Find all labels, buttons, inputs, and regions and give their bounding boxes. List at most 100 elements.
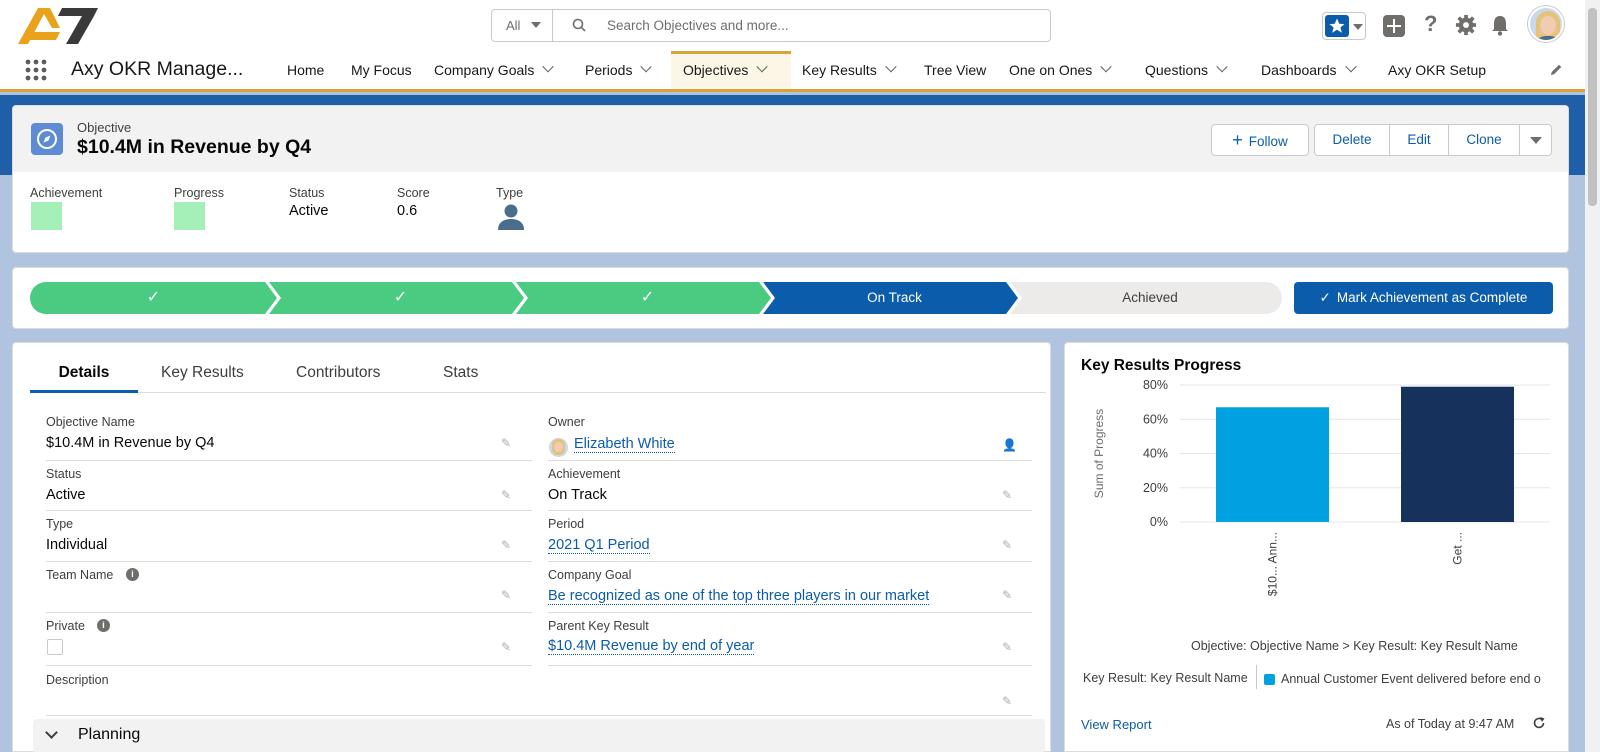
chevron-down-icon[interactable] [1100,61,1112,73]
chevron-down-icon[interactable] [885,61,897,73]
favorites-star-icon[interactable] [1322,12,1366,40]
divider [46,612,532,613]
nav-item-objectives[interactable]: Objectives [671,51,791,89]
more-actions-button[interactable] [1519,124,1552,156]
y-tick-label: 80% [1143,378,1168,392]
edit-type-pencil-icon[interactable]: ✎ [501,539,513,551]
tab-contributors[interactable]: Contributors [296,355,380,391]
y-tick-label: 40% [1143,447,1168,461]
private-checkbox[interactable] [47,639,63,655]
record-actions: + Follow Delete Edit Clone [1211,124,1552,156]
search-input[interactable]: Search Objectives and more... [607,10,789,41]
edit-description-pencil-icon[interactable]: ✎ [1002,695,1014,707]
field-owner-value[interactable]: Elizabeth White [574,436,675,453]
chevron-down-icon[interactable] [756,61,769,73]
change-owner-icon[interactable]: 👤 [1002,439,1017,451]
global-search[interactable]: All Search Objectives and more... [491,9,1051,42]
mark-achievement-complete-button[interactable]: ✓ Mark Achievement as Complete [1294,282,1553,314]
tab-details[interactable]: Details [30,355,138,393]
nav-item-one-on-ones[interactable]: One on Ones [1009,52,1112,89]
edit-button[interactable]: Edit [1389,124,1449,156]
chevron-down-icon[interactable] [542,61,555,73]
tab-stats[interactable]: Stats [443,355,478,391]
nav-item-company-goals[interactable]: Company Goals [434,52,555,89]
search-scope-dropdown[interactable]: All [492,10,553,41]
notifications-bell-icon[interactable] [1490,14,1510,39]
scrollbar-thumb[interactable] [1588,8,1597,206]
user-avatar[interactable] [1528,6,1564,42]
clone-button[interactable]: Clone [1448,124,1520,156]
chart-bar [1216,407,1329,522]
refresh-timestamp: As of Today at 9:47 AM [1386,717,1515,731]
edit-team-name-pencil-icon[interactable]: ✎ [501,589,513,601]
field-company-goal-value[interactable]: Be recognized as one of the top three pl… [548,588,930,605]
planning-section-header[interactable]: Planning [33,719,1045,752]
add-icon[interactable] [1383,15,1405,37]
page-scrollbar[interactable] [1585,0,1600,752]
edit-achievement-pencil-icon[interactable]: ✎ [1002,489,1014,501]
edit-parent-key-result-pencil-icon[interactable]: ✎ [1002,641,1014,653]
edit-status-pencil-icon[interactable]: ✎ [501,489,513,501]
setup-gear-icon[interactable] [1455,14,1477,39]
highlight-achievement-label: Achievement [30,186,103,200]
edit-period-pencil-icon[interactable]: ✎ [1002,539,1014,551]
nav-item-questions[interactable]: Questions [1145,52,1228,89]
tab-key-results[interactable]: Key Results [161,355,244,391]
divider [548,561,1032,562]
chevron-down-icon[interactable] [1344,61,1357,73]
path-step-2[interactable]: ✓ [277,282,524,314]
view-report-link[interactable]: View Report [1081,717,1152,732]
field-objective-name-value: $10.4M in Revenue by Q4 [46,435,215,451]
nav-item-my-focus[interactable]: My Focus [351,52,412,89]
help-icon[interactable]: ? [1424,11,1437,37]
record-title: $10.4M in Revenue by Q4 [77,136,312,158]
refresh-icon[interactable] [1532,716,1546,733]
highlight-status-label: Status [289,186,325,200]
chevron-down-icon[interactable] [1216,61,1228,73]
divider [46,561,532,562]
divider [46,715,1032,716]
global-header: All Search Objectives and more... ? [0,0,1585,52]
legend-swatch [1264,674,1275,685]
record-header-card: Objective $10.4M in Revenue by Q4 + Follo… [12,105,1569,253]
app-logo[interactable] [16,4,100,48]
edit-objective-name-pencil-icon[interactable]: ✎ [501,437,513,449]
info-icon[interactable]: i [126,568,139,581]
plus-icon: + [1232,130,1243,150]
app-name: Axy OKR Manage... [71,58,244,80]
nav-item-dashboards[interactable]: Dashboards [1261,52,1357,89]
achievement-path: ✓ ✓ ✓ On Track Achieved [30,282,1282,314]
field-period-value[interactable]: 2021 Q1 Period [548,537,650,554]
edit-nav-pencil-icon[interactable] [1549,63,1563,80]
app-launcher-icon[interactable] [25,59,47,81]
nav-item-tree-view[interactable]: Tree View [924,52,986,89]
nav-item-axy-okr-setup[interactable]: Axy OKR Setup [1388,52,1486,89]
path-step-on-track[interactable]: On Track [771,282,1018,314]
key-results-progress-chart: 80% 60% 40% 20% 0% Sum of Progress $10... Ann.… [1092,378,1550,596]
legend-entry[interactable]: Annual Customer Event delivered before e… [1281,672,1551,686]
nav-item-home[interactable]: Home [287,52,324,89]
x-category-label: $10... Ann... [1266,532,1280,596]
field-parent-key-result-value[interactable]: $10.4M Revenue by end of year [548,638,755,655]
path-card: ✓ ✓ ✓ On Track Achieved ✓ Mark Achievemen… [12,267,1569,329]
nav-item-periods[interactable]: Periods [585,52,653,89]
highlight-progress-label: Progress [174,186,225,200]
search-icon [572,18,586,35]
field-parent-key-result-label: Parent Key Result [548,619,649,633]
info-icon[interactable]: i [97,619,110,632]
chevron-down-icon[interactable] [640,61,653,73]
details-card: Details Key Results Contributors Stats O… [12,342,1051,752]
follow-button[interactable]: + Follow [1211,124,1309,156]
chevron-down-icon [1529,136,1542,144]
path-step-3[interactable]: ✓ [524,282,771,314]
nav-item-key-results[interactable]: Key Results [802,52,897,89]
path-step-achieved[interactable]: Achieved [1018,282,1282,314]
edit-company-goal-pencil-icon[interactable]: ✎ [1002,589,1014,601]
edit-private-pencil-icon[interactable]: ✎ [501,641,513,653]
field-achievement-label: Achievement [548,467,621,481]
x-category-label: Get ... [1451,532,1465,565]
path-step-1[interactable]: ✓ [30,282,277,314]
delete-button[interactable]: Delete [1314,124,1390,156]
chevron-down-icon [531,22,541,28]
field-status-label: Status [46,467,82,481]
